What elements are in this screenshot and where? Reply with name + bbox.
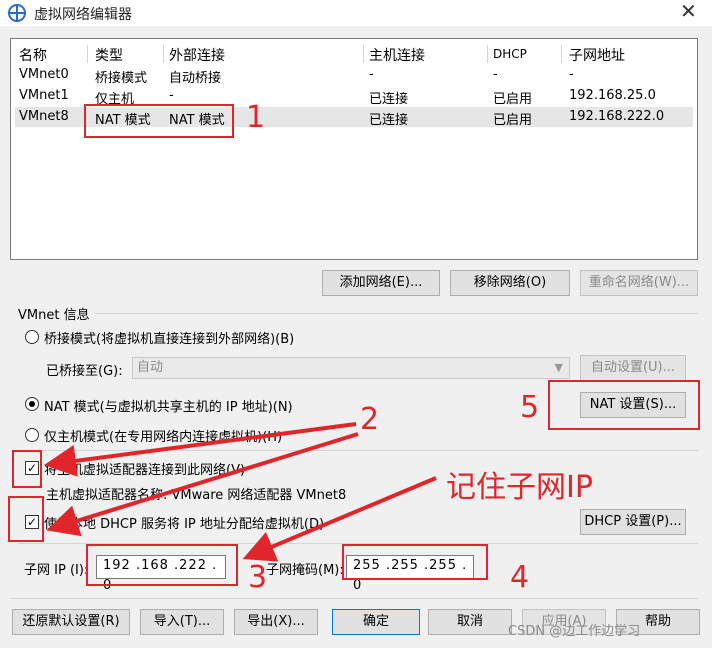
annotation-arrows: [44, 422, 437, 562]
watermark: CSDN @边工作边学习: [508, 624, 641, 639]
arrow-to-dhcp-check: [46, 432, 359, 537]
arrow-to-connect-check: [44, 422, 357, 477]
arrow-to-subnet-ip: [242, 476, 437, 562]
